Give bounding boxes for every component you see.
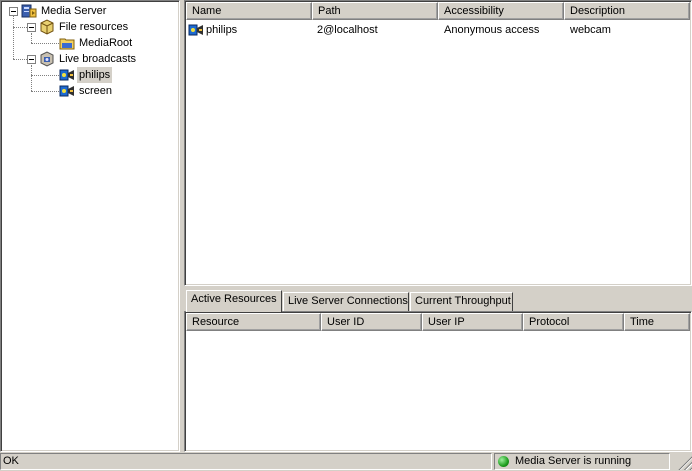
table-row[interactable]: philips 2@localhost Anonymous access web…	[186, 22, 690, 38]
status-panel-main: OK	[0, 453, 492, 470]
server-status-text: Media Server is running	[515, 455, 632, 467]
tree-connector	[31, 33, 32, 43]
status-indicator-icon	[498, 456, 509, 467]
media-server-icon	[21, 4, 37, 18]
cell-description: webcam	[570, 24, 611, 36]
tab-active-resources[interactable]: Active Resources	[186, 290, 282, 312]
status-text: OK	[3, 455, 19, 467]
collapse-toggle-media-server[interactable]	[9, 7, 18, 16]
cell-path: 2@localhost	[317, 24, 378, 36]
webcam-stream-icon	[59, 69, 74, 81]
column-header-description[interactable]: Description	[564, 2, 690, 20]
resources-list[interactable]: Name Path Accessibility Description phil…	[184, 0, 692, 286]
cell-accessibility: Anonymous access	[444, 24, 540, 36]
tree-connector	[31, 65, 32, 91]
status-panel-server: Media Server is running	[494, 453, 670, 470]
tree-item-label: Live broadcasts	[59, 53, 137, 65]
tree-item-label: philips	[77, 67, 113, 83]
collapse-toggle-live-broadcasts[interactable]	[27, 55, 36, 64]
tree-item-label: screen	[79, 85, 113, 97]
tree-item-label: MediaRoot	[79, 37, 133, 49]
column-header-accessibility[interactable]: Accessibility	[438, 2, 564, 20]
cell-name: philips	[206, 24, 238, 36]
tab-current-throughput[interactable]: Current Throughput	[410, 292, 513, 311]
tree-item-label: Media Server	[41, 5, 107, 17]
webcam-stream-icon	[59, 85, 74, 97]
connections-list[interactable]: Resource User ID User IP Protocol Time	[184, 311, 692, 452]
column-header-name[interactable]: Name	[186, 2, 312, 20]
webcam-stream-icon	[188, 24, 203, 36]
column-header-user-id[interactable]: User ID	[321, 313, 422, 331]
resize-grip-icon[interactable]	[678, 456, 692, 470]
tab-live-server-connections[interactable]: Live Server Connections	[283, 292, 409, 311]
tree-connector	[31, 91, 59, 92]
column-header-protocol[interactable]: Protocol	[523, 313, 624, 331]
tree-connector	[31, 43, 59, 44]
column-header-time[interactable]: Time	[624, 313, 690, 331]
tree-connector	[13, 15, 14, 59]
status-panel-grip	[672, 453, 692, 470]
tree-connector	[13, 59, 27, 60]
tree-connector	[31, 75, 59, 76]
tree-connector	[13, 27, 27, 28]
column-header-user-ip[interactable]: User IP	[422, 313, 523, 331]
column-header-path[interactable]: Path	[312, 2, 438, 20]
folder-resource-icon	[40, 19, 54, 35]
broadcast-group-icon	[40, 51, 54, 67]
resource-tree[interactable]: Media Server File resources MediaRoot Li…	[0, 0, 180, 452]
tree-item-label: File resources	[59, 21, 129, 33]
collapse-toggle-file-resources[interactable]	[27, 23, 36, 32]
folder-icon	[59, 38, 75, 50]
column-header-resource[interactable]: Resource	[186, 313, 321, 331]
